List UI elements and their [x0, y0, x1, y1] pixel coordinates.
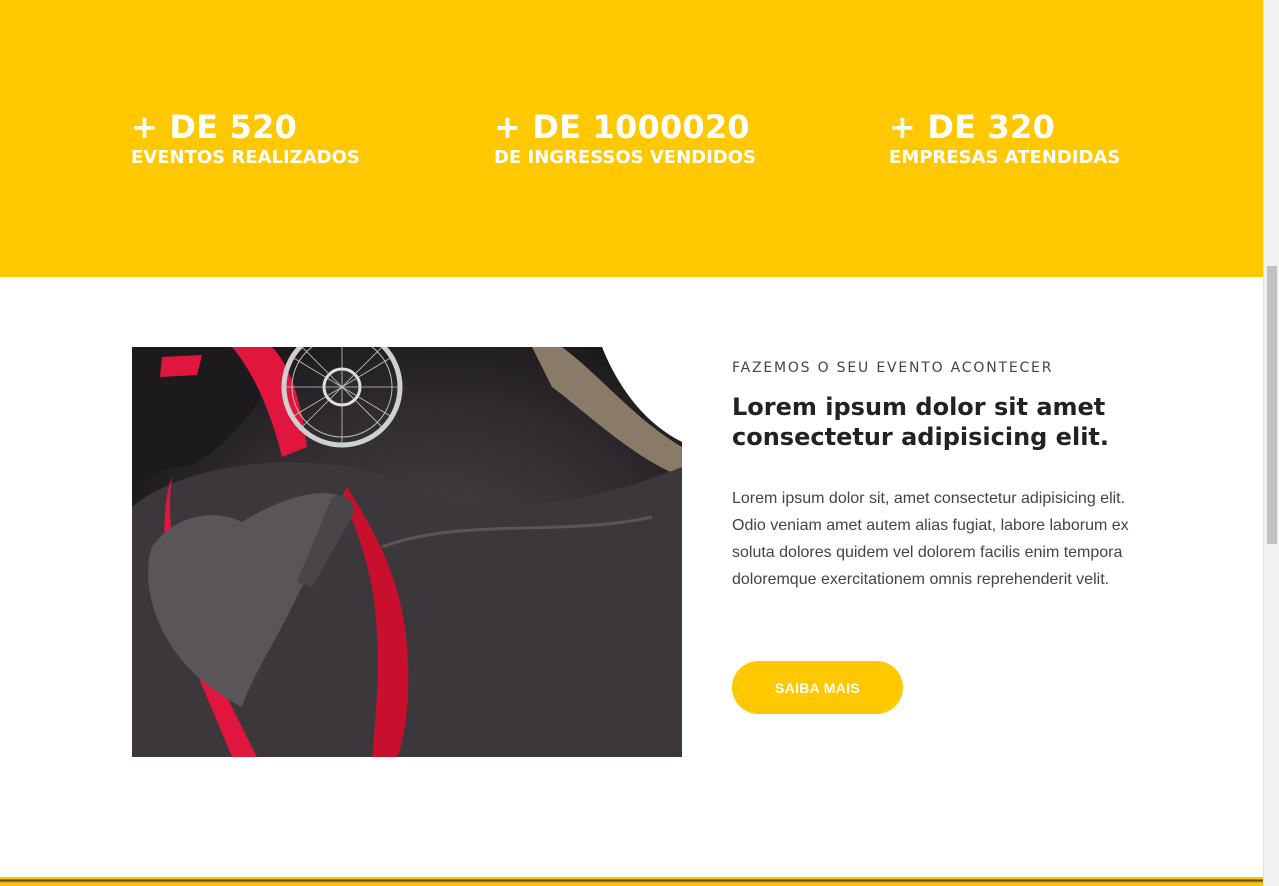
page: + DE 520 EVENTOS REALIZADOS + DE 1000020… [0, 0, 1279, 886]
stat-companies: + DE 320 EMPRESAS ATENDIDAS [889, 108, 1120, 169]
photo-body-paint-icon [132, 347, 682, 757]
stat-number: + DE 520 [131, 108, 297, 146]
scrollbar-thumb[interactable] [1267, 266, 1277, 544]
stat-number: + DE 1000020 [494, 108, 750, 146]
stat-label: DE INGRESSOS VENDIDOS [494, 147, 756, 168]
next-section-edge [0, 877, 1263, 886]
section-headline: Lorem ipsum dolor sit amet consectetur a… [732, 393, 1110, 451]
stat-number: + DE 320 [889, 108, 1055, 146]
stat-tickets: + DE 1000020 DE INGRESSOS VENDIDOS [494, 108, 756, 169]
stat-events: + DE 520 EVENTOS REALIZADOS [131, 108, 360, 169]
about-photo [132, 347, 682, 757]
stat-label: EMPRESAS ATENDIDAS [889, 147, 1121, 168]
stat-label: EVENTOS REALIZADOS [131, 147, 360, 168]
about-section: FAZEMOS O SEU EVENTO ACONTECER Lorem ips… [0, 277, 1263, 877]
section-body-text: Lorem ipsum dolor sit, amet consectetur … [732, 490, 1129, 588]
page-scrollbar[interactable] [1263, 0, 1279, 886]
stats-band: + DE 520 EVENTOS REALIZADOS + DE 1000020… [0, 0, 1263, 277]
section-eyebrow: FAZEMOS O SEU EVENTO ACONTECER [732, 360, 1054, 376]
saiba-mais-button[interactable]: SAIBA MAIS [732, 661, 903, 714]
